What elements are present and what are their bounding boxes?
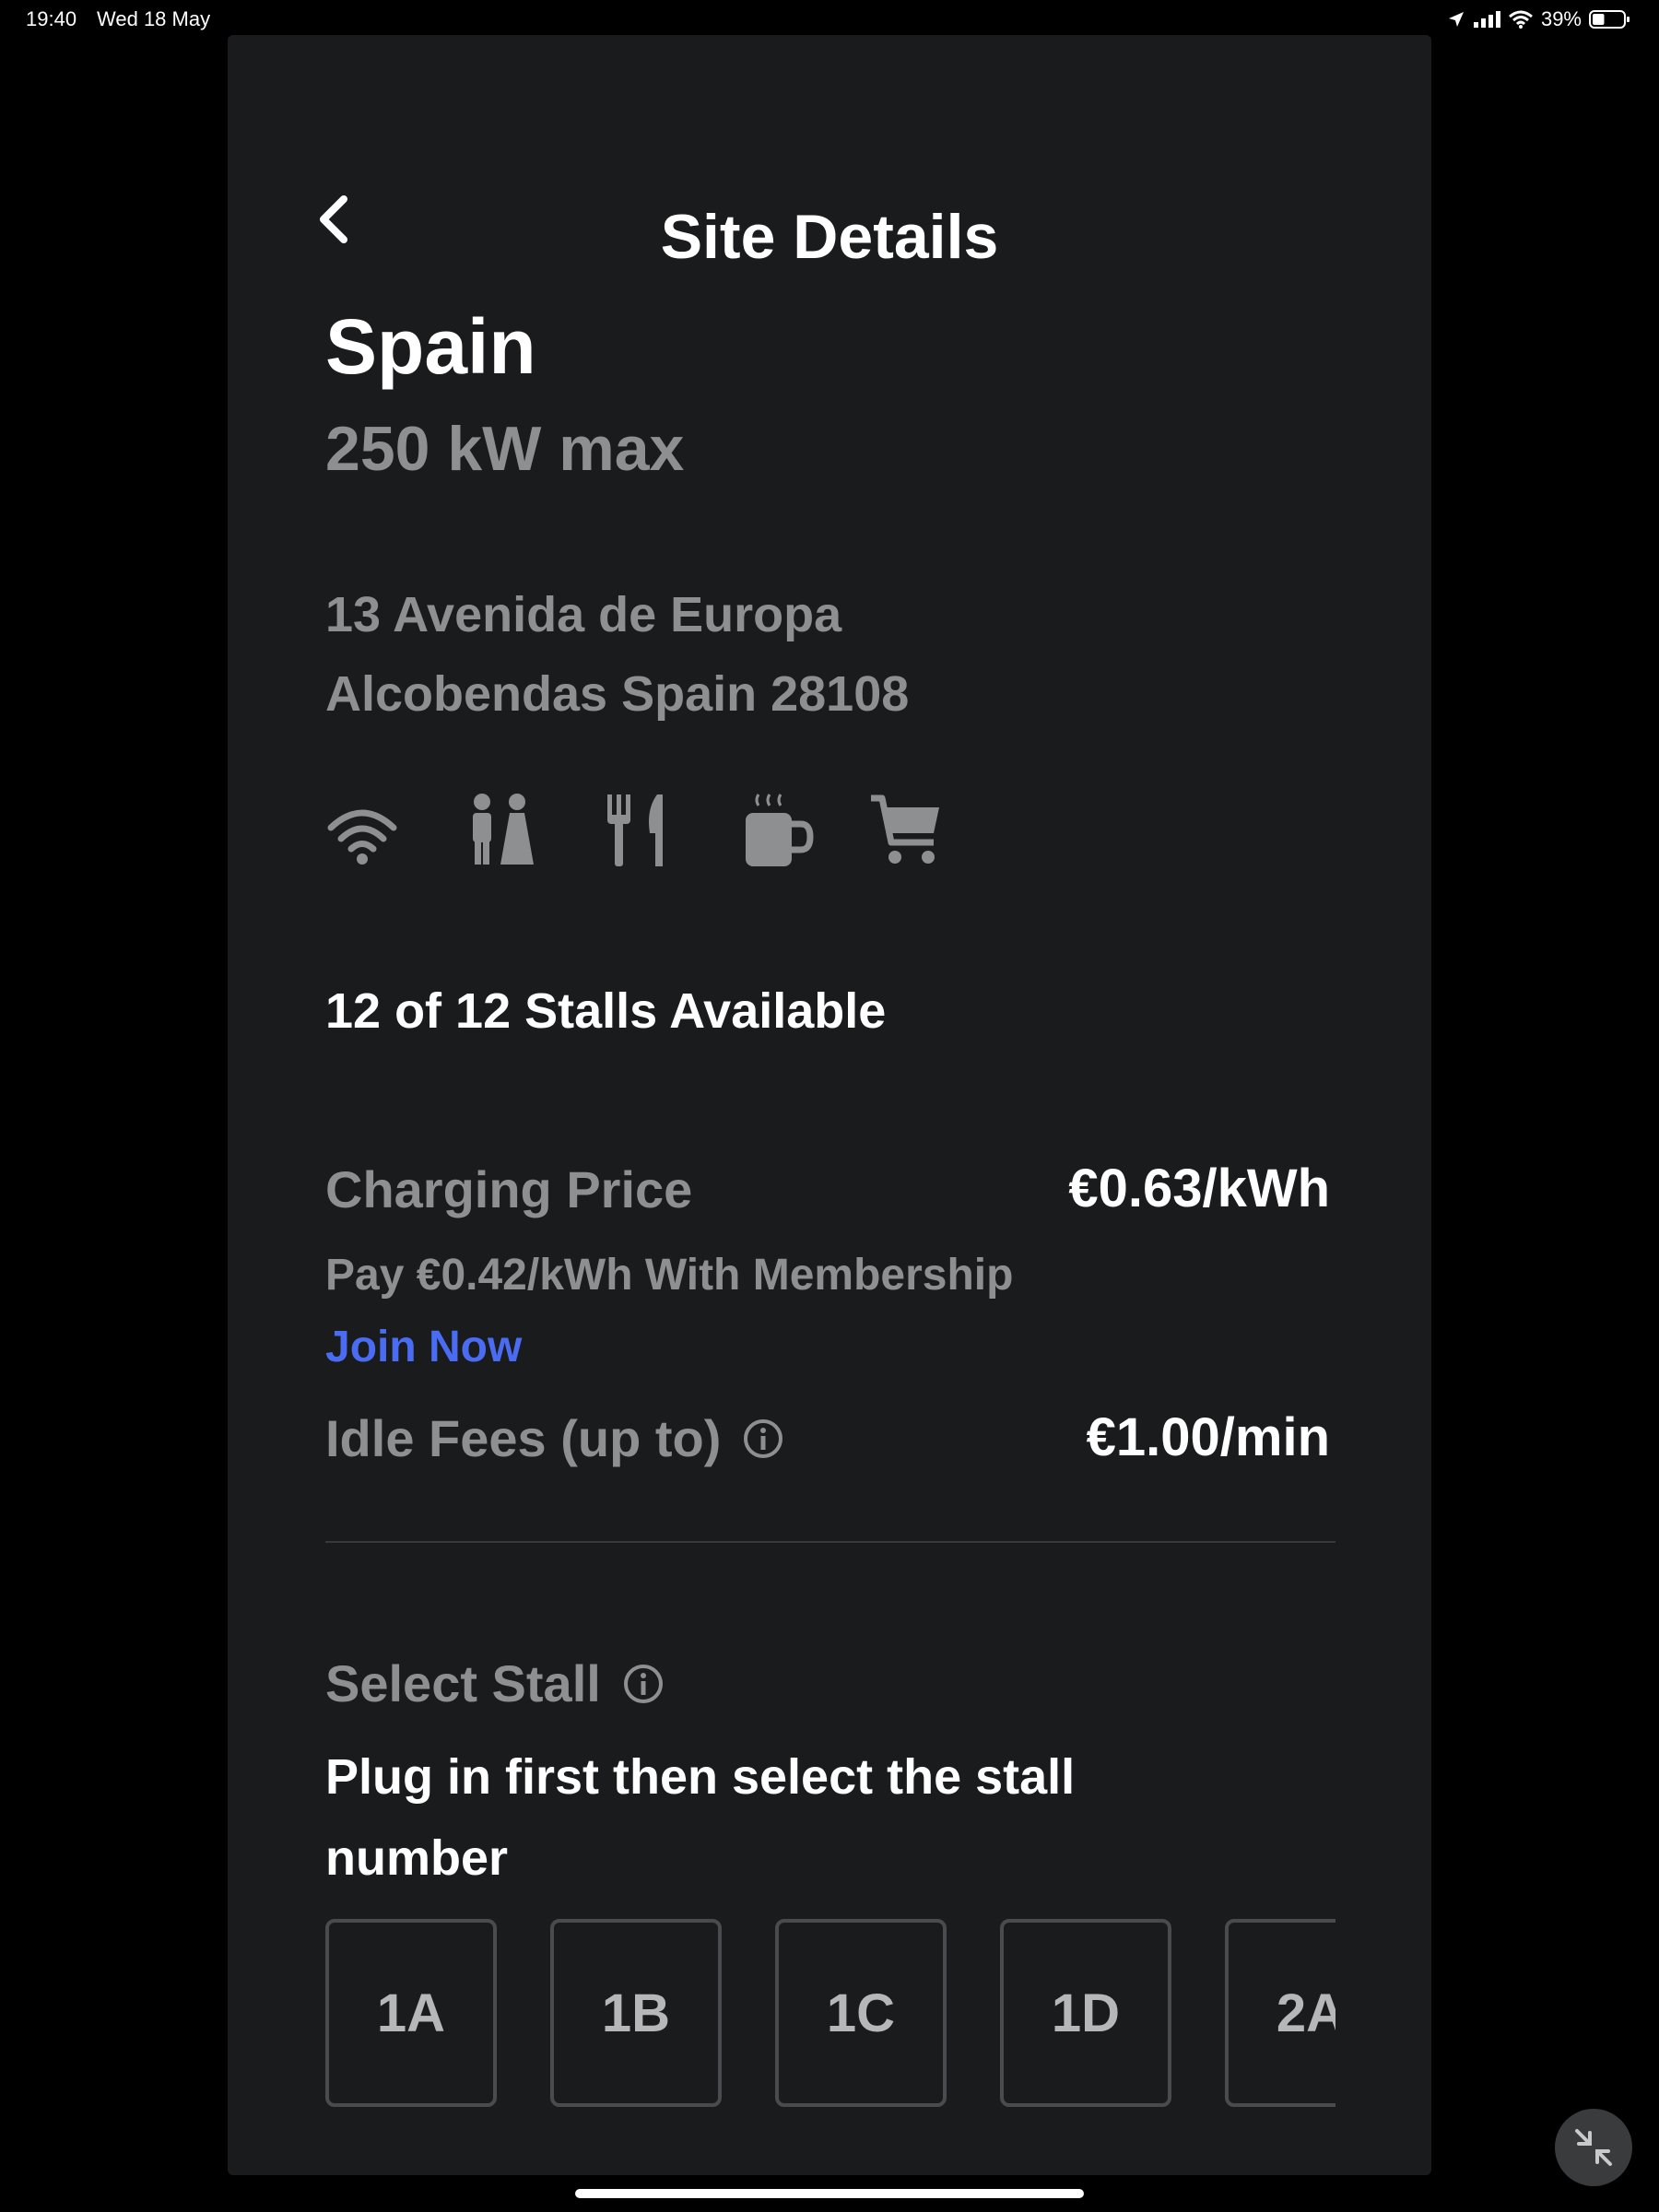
stall-button-1a[interactable]: 1A (325, 1919, 497, 2107)
cafe-icon (746, 794, 814, 866)
stall-button-2a[interactable]: 2A (1225, 1919, 1335, 2107)
wifi-icon (327, 809, 397, 865)
status-time: 19:40 (26, 7, 77, 30)
charging-price-label: Charging Price (325, 1160, 693, 1218)
select-stall-row: Select Stall (325, 1653, 664, 1713)
home-indicator[interactable] (575, 2189, 1084, 2198)
stalls-available-count: 12 of 12 Stalls Available (325, 983, 887, 1039)
restaurant-icon (607, 794, 663, 866)
divider (325, 1541, 1335, 1543)
idle-fees-row: Idle Fees (up to) (325, 1408, 783, 1468)
restroom-icon (473, 794, 534, 865)
site-details-panel: Site Details Spain 250 kW max 13 Avenida… (228, 35, 1431, 2175)
cellular-signal-icon (1473, 11, 1500, 28)
status-indicators: 39% (1447, 6, 1631, 33)
location-arrow-icon (1448, 12, 1464, 27)
info-icon[interactable] (623, 1664, 664, 1704)
stall-button-1c[interactable]: 1C (775, 1919, 947, 2107)
status-date: Wed 18 May (97, 7, 211, 30)
select-stall-label: Select Stall (325, 1654, 601, 1712)
collapse-arrows-icon (1575, 2129, 1612, 2166)
header: Site Details (228, 173, 1431, 272)
membership-price-text: Pay €0.42/kWh With Membership (325, 1251, 1014, 1300)
charging-price-value: €0.63/kWh (1068, 1159, 1330, 1218)
address-line-1: 13 Avenida de Europa (325, 587, 842, 642)
shopping-cart-icon (871, 794, 939, 864)
wifi-icon (1508, 10, 1533, 29)
info-icon[interactable] (743, 1418, 783, 1459)
idle-fees-label: Idle Fees (up to) (325, 1409, 722, 1467)
site-max-power: 250 kW max (325, 414, 685, 484)
status-bar: 19:40 Wed 18 May 39% (0, 0, 1659, 37)
join-now-link[interactable]: Join Now (325, 1322, 522, 1372)
stall-selector[interactable]: 1A 1B 1C 1D 2A (325, 1919, 1335, 2112)
stall-button-1b[interactable]: 1B (550, 1919, 722, 2107)
stall-button-1d[interactable]: 1D (1000, 1919, 1171, 2107)
battery-icon (1589, 10, 1630, 29)
idle-fees-value: €1.00/min (1086, 1407, 1330, 1467)
collapse-button[interactable] (1555, 2109, 1632, 2186)
select-stall-instruction: Plug in first then select the stall numb… (325, 1749, 1076, 1886)
address-line-2: Alcobendas Spain 28108 (325, 666, 910, 722)
page-title: Site Details (660, 202, 999, 272)
battery-percent: 39% (1540, 7, 1582, 30)
site-name: Spain (325, 303, 536, 390)
